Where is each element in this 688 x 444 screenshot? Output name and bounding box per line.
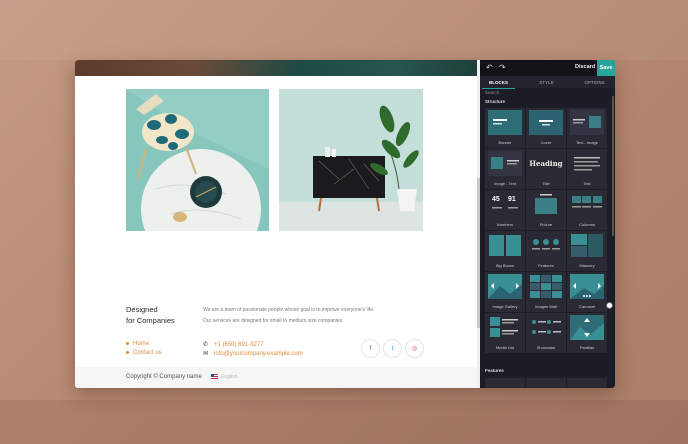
discard-button[interactable]: Discard: [575, 64, 595, 70]
tab-style[interactable]: STYLE: [530, 76, 563, 88]
block-text-image[interactable]: Text - Image: [567, 108, 607, 148]
footer-link-contact[interactable]: Contact us: [126, 350, 162, 356]
block-numbers[interactable]: 45 91 Numbers: [485, 190, 525, 230]
parallax-thumb: [570, 315, 604, 340]
block-banner[interactable]: Banner: [485, 108, 525, 148]
background-table: [0, 400, 688, 444]
editor-sidebar: ↶ ↷ Discard Save BLOCKS STYLE OPTIONS Se…: [480, 60, 615, 388]
block-label: Image - Text: [494, 181, 516, 186]
editor-window: Designed for Companies We are a team of …: [75, 60, 615, 388]
copyright-text: Copyright © Company name: [126, 374, 202, 380]
block-label: Picture: [539, 222, 553, 227]
block-carousel[interactable]: Carousel: [567, 272, 607, 312]
numbers-thumb: 45 91: [488, 192, 522, 217]
block-label: Image Gallery: [492, 304, 518, 309]
masonry-thumb: [570, 233, 604, 258]
block-label: Carousel: [578, 304, 595, 309]
copyright-bar: Copyright © Company name English: [75, 367, 477, 388]
block-label: Masonry: [579, 263, 595, 268]
block-label: Text: [583, 181, 591, 186]
footer-title-line1: Designed: [126, 305, 158, 314]
footer-phone[interactable]: ✆ +1 (650) 691-3277: [203, 341, 264, 348]
block-image-text[interactable]: Image - Text: [485, 149, 525, 189]
carousel-thumb: [570, 274, 604, 299]
block-label: Showcase: [536, 345, 556, 350]
block-label: Banner: [498, 140, 512, 145]
hero-image-strip: [75, 60, 477, 76]
phone-icon: ✆: [203, 342, 209, 348]
block-features[interactable]: Features: [526, 231, 566, 271]
media-list-thumb: [488, 315, 522, 340]
features-thumb: [529, 233, 563, 258]
showcase-thumb: [529, 315, 563, 340]
instagram-icon[interactable]: ◎: [405, 339, 424, 358]
block-label: Images Wall: [535, 304, 557, 309]
envelope-icon: ✉: [203, 351, 209, 357]
footer-email[interactable]: ✉ info@yourcompany.example.com: [203, 350, 303, 357]
block-masonry[interactable]: Masonry: [567, 231, 607, 271]
block-image-gallery[interactable]: Image Gallery: [485, 272, 525, 312]
block-label: Parallax: [579, 345, 595, 350]
columns-thumb: [570, 192, 604, 217]
big-boxes-thumb: [488, 233, 522, 258]
editor-tabs: BLOCKS STYLE OPTIONS: [480, 76, 615, 89]
block-label: Big Boxes: [495, 263, 514, 268]
images-wall-thumb: [529, 274, 563, 299]
cabinet-plant-image[interactable]: [279, 89, 423, 231]
footer-description-line2: Our services are designed for small to m…: [203, 318, 344, 324]
mouse-cursor: [606, 302, 613, 309]
block-parallax[interactable]: Parallax: [567, 313, 607, 353]
undo-icon[interactable]: ↶: [486, 63, 493, 72]
footer-link-home[interactable]: Home: [126, 341, 149, 347]
editor-topbar: ↶ ↷ Discard Save: [480, 60, 615, 76]
tab-options[interactable]: OPTIONS: [578, 76, 611, 88]
sidebar-scrollbar[interactable]: [612, 96, 614, 236]
block-label: Columns: [579, 222, 595, 227]
block-picture[interactable]: Picture: [526, 190, 566, 230]
table-chair-image[interactable]: [126, 89, 269, 231]
block-label: Numbers: [496, 222, 514, 227]
block-features-row-peek-1[interactable]: [485, 378, 525, 388]
picture-thumb: [529, 192, 563, 217]
block-cover[interactable]: Cover: [526, 108, 566, 148]
facebook-icon[interactable]: f: [361, 339, 380, 358]
block-label: Features: [538, 263, 554, 268]
title-thumb: Heading: [529, 151, 563, 176]
category-features: Features: [485, 368, 504, 373]
save-button[interactable]: Save: [597, 60, 615, 76]
block-label: Media List: [495, 345, 515, 350]
footer-title-line2: for Companies: [126, 316, 175, 325]
language-selector[interactable]: English: [221, 374, 237, 380]
block-text[interactable]: Text: [567, 149, 607, 189]
block-title[interactable]: Heading Title: [526, 149, 566, 189]
banner-thumb: [488, 110, 522, 135]
block-columns[interactable]: Columns: [567, 190, 607, 230]
image-gallery-thumb: [488, 274, 522, 299]
footer-title: Designed for Companies: [126, 304, 196, 326]
twitter-icon[interactable]: t: [383, 339, 402, 358]
block-media-list[interactable]: Media List: [485, 313, 525, 353]
block-showcase[interactable]: Showcase: [526, 313, 566, 353]
block-big-boxes[interactable]: Big Boxes: [485, 231, 525, 271]
website-preview[interactable]: Designed for Companies We are a team of …: [75, 60, 477, 388]
block-label: Text - Image: [575, 140, 598, 145]
block-label: Cover: [540, 140, 552, 145]
category-structure: Structure: [485, 99, 506, 104]
block-features-row-peek-2[interactable]: [526, 378, 566, 388]
text-thumb: [570, 151, 604, 176]
tab-blocks[interactable]: BLOCKS: [482, 76, 515, 89]
block-features-row-peek-3[interactable]: [567, 378, 607, 388]
text-image-thumb: [570, 110, 604, 135]
footer-description-line1: We are a team of passionate people whose…: [203, 307, 375, 313]
block-label: Title: [542, 181, 550, 186]
block-images-wall[interactable]: Images Wall: [526, 272, 566, 312]
cover-thumb: [529, 110, 563, 135]
us-flag-icon[interactable]: [211, 374, 218, 379]
image-text-thumb: [488, 151, 522, 176]
background-window-frame: [0, 0, 688, 60]
block-search-input[interactable]: Search...: [485, 90, 503, 95]
redo-icon[interactable]: ↷: [499, 63, 506, 72]
